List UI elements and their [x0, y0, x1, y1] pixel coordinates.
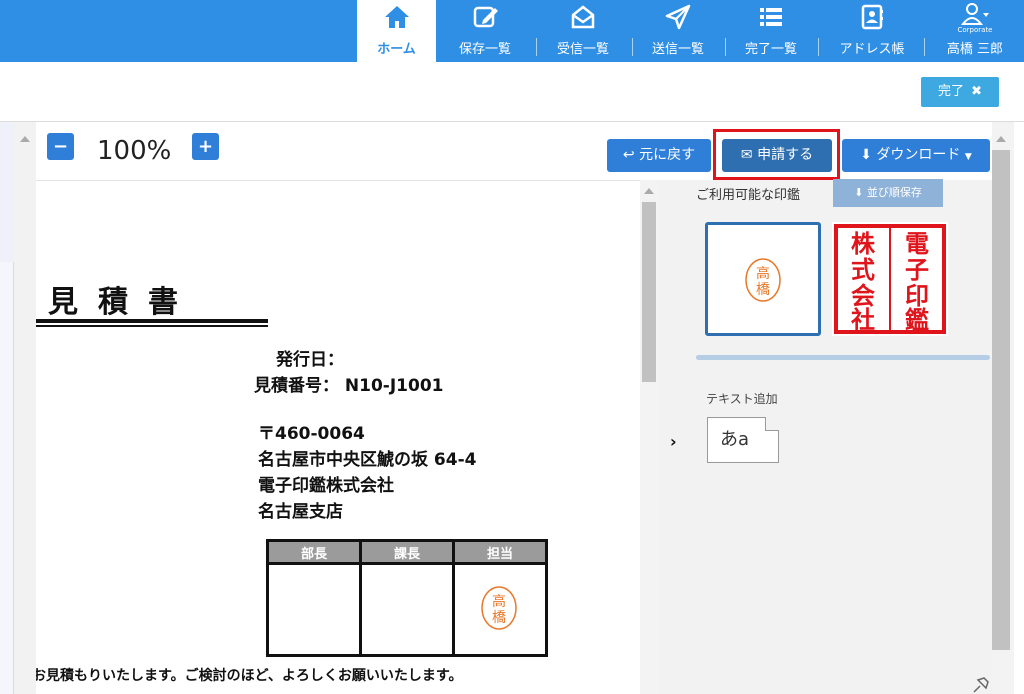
nav-received-label: 受信一覧 [556, 42, 609, 57]
nav-home[interactable]: ホーム [357, 0, 436, 62]
company-seal-option[interactable]: 電 子 印 鑑 株 式 会 社 [832, 222, 948, 336]
stamp-column-divider [452, 542, 455, 654]
home-icon [384, 6, 409, 28]
nav-divider [818, 38, 819, 56]
available-seals-label: ご利用可能な印鑑 [696, 188, 801, 203]
top-nav-bar: ホーム 保存一覧 受信一覧 送信一覧 完了一覧 アドレス帳 Corporate … [0, 0, 1024, 62]
nav-saved-label: 保存一覧 [458, 42, 511, 57]
done-button-label: 完了 [937, 84, 964, 99]
document-title: 見積書 [48, 285, 198, 320]
undo-icon: ↩ [622, 147, 635, 163]
zoom-level: 100% [97, 136, 172, 166]
download-icon: ⬇ [860, 147, 872, 163]
user-menu[interactable]: Corporate 高橋 三郎 [930, 0, 1020, 62]
add-text-tool[interactable]: あa [707, 417, 779, 463]
nav-saved-list[interactable]: 保存一覧 [444, 0, 526, 62]
company-seal-char: 鑑 [905, 306, 929, 334]
left-sidebar-highlight [0, 122, 14, 262]
personal-seal-option[interactable]: 高 橋 [705, 222, 821, 336]
scrollbar-thumb[interactable] [642, 202, 656, 382]
chevron-right-icon[interactable]: › [670, 432, 677, 451]
personal-seal-char: 橋 [756, 282, 770, 298]
nav-divider [924, 38, 925, 56]
edit-icon [473, 6, 498, 28]
nav-address-book[interactable]: アドレス帳 [823, 0, 921, 62]
zoom-out-button[interactable]: − [47, 133, 74, 160]
download-button[interactable]: ⬇ ダウンロード ▼ [842, 139, 990, 172]
page-fold-icon [765, 417, 779, 431]
company-name: 電子印鑑株式会社 [258, 476, 394, 496]
company-seal-char: 社 [851, 306, 875, 334]
stamp-header-staff: 担当 [486, 547, 513, 562]
staff-seal-char: 高 [492, 593, 506, 610]
save-order-icon: ⬇ [854, 186, 864, 199]
undo-button[interactable]: ↩ 元に戻す [607, 139, 711, 172]
viewer-scrollbar[interactable] [14, 122, 36, 694]
user-corporate-label: Corporate [957, 26, 993, 34]
company-seal-char: 株 [851, 230, 876, 258]
nav-completed-label: 完了一覧 [744, 42, 797, 57]
close-icon: ✖ [971, 84, 983, 99]
personal-seal-icon: 高 橋 [745, 258, 781, 302]
estimate-number: 見積番号： N10-J1001 [254, 376, 444, 396]
panel-scrollbar[interactable] [992, 122, 1014, 694]
user-name: 高橋 三郎 [946, 42, 1004, 57]
undo-label: 元に戻す [639, 147, 696, 163]
scrollbar-thumb[interactable] [992, 150, 1010, 650]
highlight-frame [713, 129, 840, 180]
document-viewer[interactable]: 見積書 発行日： 見積番号： N10-J1001 〒460-0064 名古屋市中… [36, 180, 640, 694]
nav-divider [725, 38, 726, 56]
nav-received-list[interactable]: 受信一覧 [540, 0, 626, 62]
document-scrollbar[interactable] [640, 180, 658, 694]
address: 名古屋市中央区鯱の坂 64-4 [258, 450, 477, 470]
zoom-in-button[interactable]: + [192, 133, 219, 160]
caret-down-icon: ▼ [964, 152, 972, 162]
personal-seal-char: 高 [756, 265, 770, 282]
download-label: ダウンロード [876, 147, 961, 163]
stamp-header-manager: 部長 [300, 547, 327, 562]
stamp-header-line [269, 562, 545, 565]
scroll-up-arrow-icon[interactable] [644, 188, 654, 194]
text-add-label: テキスト追加 [706, 392, 778, 406]
approval-stamp-table: 部長 課長 担当 高 橋 [266, 539, 548, 657]
document-footer-text: お見積もりいたします。ご検討のほど、よろしくお願いいたします。 [36, 668, 463, 684]
issue-date-label: 発行日： [276, 350, 344, 370]
send-icon [665, 4, 691, 30]
company-seal-icon: 電 子 印 鑑 株 式 会 社 [834, 224, 946, 334]
address-book-icon [861, 4, 883, 30]
company-seal-char: 電 [905, 230, 929, 258]
inbox-icon [571, 5, 595, 29]
stamp-header-section-chief: 課長 [393, 547, 420, 562]
scroll-up-arrow-icon[interactable] [996, 136, 1006, 142]
stamp-column-divider [359, 542, 362, 654]
list-icon [760, 8, 782, 26]
company-seal-char: 式 [851, 256, 875, 284]
pin-icon[interactable] [970, 674, 992, 694]
text-tool-sample: あa [720, 429, 750, 450]
staff-seal-char: 橋 [492, 610, 506, 626]
save-order-button[interactable]: ⬇ 並び順保存 [833, 179, 943, 207]
title-underline [36, 325, 268, 327]
sub-toolbar [0, 62, 1024, 122]
nav-completed-list[interactable]: 完了一覧 [730, 0, 812, 62]
scroll-up-arrow-icon[interactable] [20, 136, 30, 142]
done-button[interactable]: 完了 ✖ [921, 77, 999, 107]
nav-divider [536, 38, 537, 56]
nav-address-label: アドレス帳 [839, 42, 905, 57]
nav-sent-list[interactable]: 送信一覧 [638, 0, 718, 62]
save-order-label: 並び順保存 [866, 186, 922, 199]
branch-name: 名古屋支店 [258, 502, 343, 522]
user-icon [961, 3, 989, 25]
nav-divider [632, 38, 633, 56]
seal-section-divider [696, 355, 990, 360]
company-seal-char: 子 [905, 256, 929, 284]
staff-seal-stamp: 高 橋 [481, 586, 517, 630]
nav-home-label: ホーム [377, 42, 416, 57]
title-underline [36, 319, 268, 323]
nav-sent-label: 送信一覧 [651, 42, 704, 57]
postal-code: 〒460-0064 [258, 424, 365, 444]
